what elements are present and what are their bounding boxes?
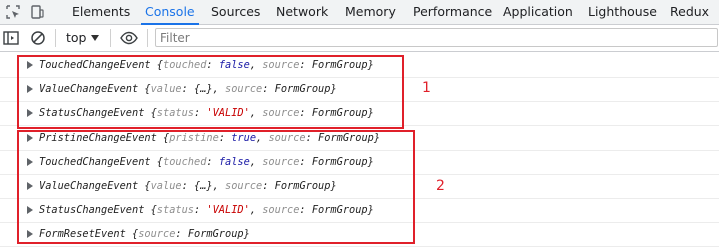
device-toolbar-icon[interactable] bbox=[28, 3, 46, 21]
sidebar-toggle-icon[interactable] bbox=[2, 29, 20, 47]
annotation-label-2: 2 bbox=[436, 178, 445, 194]
tab-elements[interactable]: Elements bbox=[72, 0, 130, 24]
clear-console-icon[interactable] bbox=[29, 29, 47, 47]
chevron-down-icon[interactable] bbox=[91, 35, 99, 41]
tab-application[interactable]: Application bbox=[503, 0, 573, 24]
context-selector[interactable]: top bbox=[66, 25, 86, 51]
annotation-box-2 bbox=[17, 130, 415, 244]
toolbar-divider bbox=[147, 29, 148, 47]
toolbar-divider bbox=[110, 29, 111, 47]
annotation-box-1 bbox=[17, 55, 404, 129]
tab-network[interactable]: Network bbox=[276, 0, 328, 24]
toolbar-divider bbox=[55, 29, 56, 47]
tab-sources[interactable]: Sources bbox=[211, 0, 260, 24]
tab-lighthouse[interactable]: Lighthouse bbox=[588, 0, 657, 24]
live-expression-icon[interactable] bbox=[119, 29, 139, 47]
tab-performance[interactable]: Performance bbox=[413, 0, 492, 24]
filter-input[interactable] bbox=[155, 28, 718, 47]
inspect-element-icon[interactable] bbox=[4, 3, 22, 21]
tab-memory[interactable]: Memory bbox=[345, 0, 396, 24]
annotation-label-1: 1 bbox=[422, 80, 431, 96]
console-toolbar: top bbox=[0, 25, 719, 52]
tab-redux[interactable]: Redux bbox=[670, 0, 709, 24]
devtools-tab-bar: Elements Console Sources Network Memory … bbox=[0, 0, 719, 25]
tab-console[interactable]: Console bbox=[141, 0, 199, 25]
